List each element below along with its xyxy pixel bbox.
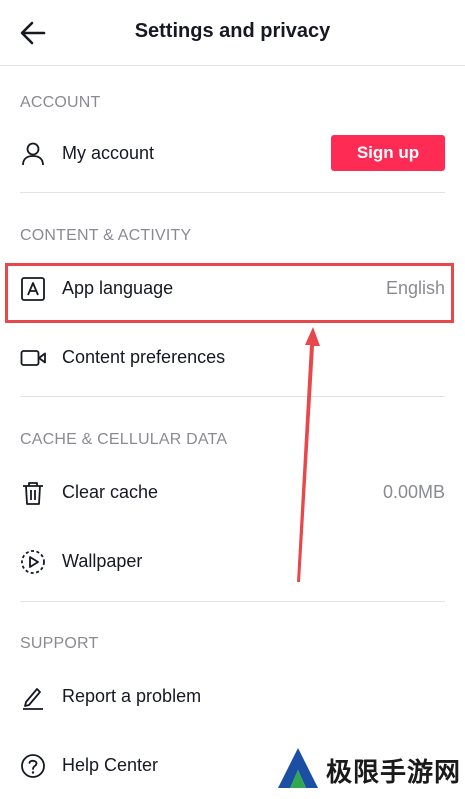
watermark-logo: [278, 748, 318, 788]
annotation-arrow: [297, 327, 320, 582]
watermark: 极限手游网: [276, 744, 461, 792]
watermark-text: 极限手游网: [326, 758, 462, 788]
